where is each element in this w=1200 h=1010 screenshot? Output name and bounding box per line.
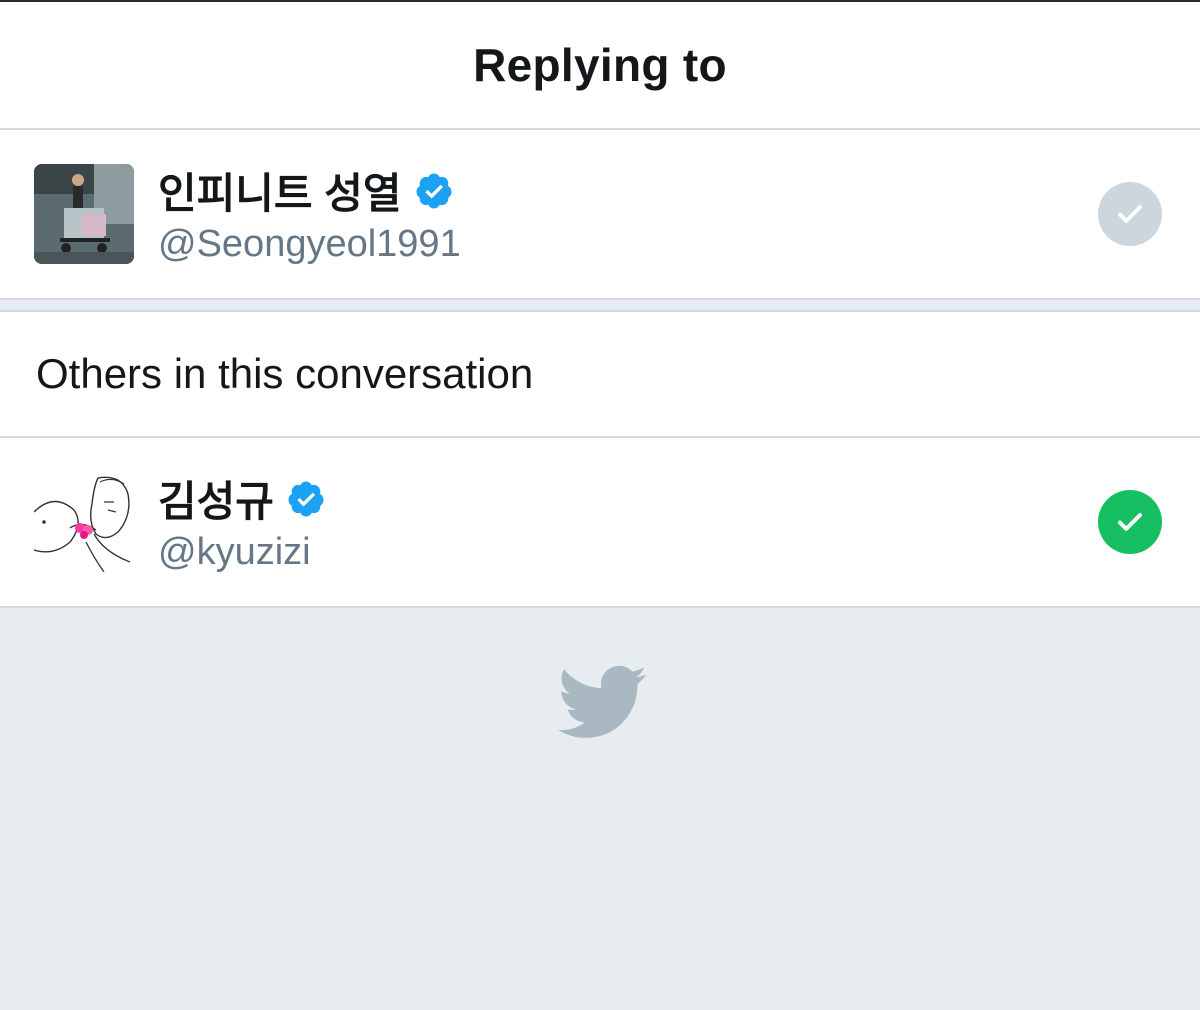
user-info: 인피니트 성열 @Seongyeol1991 (158, 163, 461, 266)
verified-badge-icon (288, 481, 324, 516)
display-name-line: 인피니트 성열 (158, 163, 461, 219)
twitter-bird-icon (557, 665, 647, 738)
reply-recipients-screen: Replying to 인피니트 성열 @Seongyeol1991 Other… (0, 0, 1200, 1010)
select-toggle[interactable] (1098, 182, 1162, 246)
display-name: 김성규 (158, 478, 274, 525)
display-name: 인피니트 성열 (158, 170, 402, 217)
sketch-illustration-icon (34, 472, 134, 572)
header-bar: Replying to (0, 2, 1200, 130)
avatar (34, 472, 134, 572)
user-row-primary[interactable]: 인피니트 성열 @Seongyeol1991 (0, 130, 1200, 300)
user-info: 김성규 @kyuzizi (158, 471, 326, 574)
select-toggle[interactable] (1098, 490, 1162, 554)
section-gap (0, 300, 1200, 312)
display-name-line: 김성규 (158, 471, 326, 527)
page-title: Replying to (473, 39, 727, 91)
section-title: Others in this conversation (36, 350, 534, 397)
profile-photo-icon (34, 164, 134, 264)
section-header: Others in this conversation (0, 312, 1200, 438)
avatar (34, 164, 134, 264)
verified-badge-icon (416, 173, 452, 208)
checkmark-icon (1118, 205, 1142, 223)
footer-area (0, 608, 1200, 1010)
user-row-other[interactable]: 김성규 @kyuzizi (0, 438, 1200, 608)
checkmark-icon (1118, 513, 1142, 531)
user-handle: @kyuzizi (158, 530, 311, 573)
user-handle: @Seongyeol1991 (158, 222, 461, 265)
